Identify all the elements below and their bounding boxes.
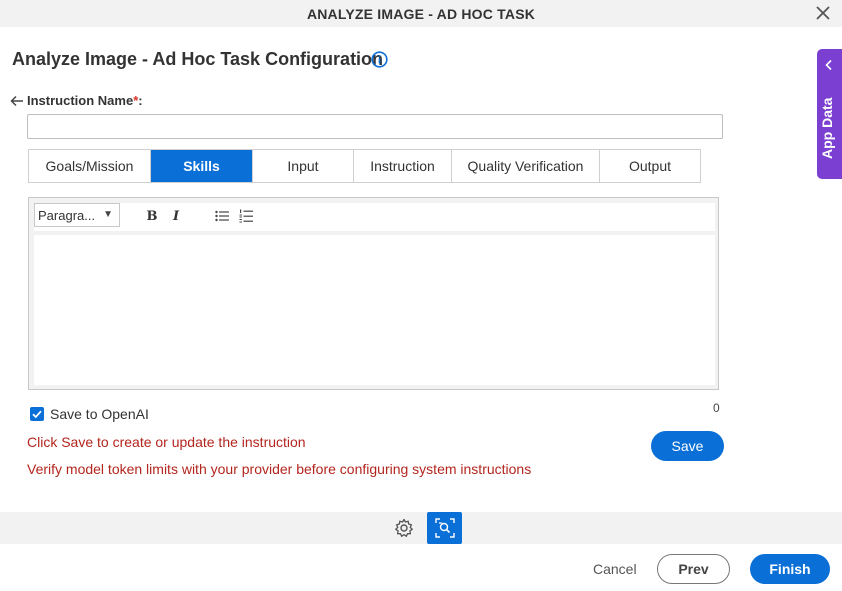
numbered-list-button[interactable] bbox=[238, 207, 254, 225]
dialog-title: ANALYZE IMAGE - AD HOC TASK bbox=[306, 6, 536, 22]
tab-goals-mission[interactable]: Goals/Mission bbox=[29, 150, 151, 182]
tab-output[interactable]: Output bbox=[600, 150, 700, 182]
save-button[interactable]: Save bbox=[651, 431, 724, 461]
bold-button[interactable]: B bbox=[145, 207, 159, 225]
tab-skills[interactable]: Skills bbox=[151, 150, 253, 182]
cancel-button[interactable]: Cancel bbox=[593, 561, 637, 577]
numbered-list-icon bbox=[239, 209, 253, 223]
token-warning-message: Verify model token limits with your prov… bbox=[27, 461, 532, 477]
save-hint-message: Click Save to create or update the instr… bbox=[27, 434, 306, 450]
instruction-name-input[interactable] bbox=[27, 114, 723, 139]
back-arrow-icon[interactable] bbox=[10, 95, 24, 107]
close-icon[interactable] bbox=[814, 4, 832, 22]
bullet-list-button[interactable] bbox=[214, 207, 230, 225]
italic-button[interactable]: I bbox=[170, 207, 182, 225]
character-count: 0 bbox=[713, 401, 720, 415]
save-to-openai-checkbox[interactable] bbox=[30, 407, 44, 421]
editor-content-area[interactable] bbox=[34, 235, 715, 385]
tab-quality-verification[interactable]: Quality Verification bbox=[452, 150, 600, 182]
save-to-openai-label: Save to OpenAI bbox=[50, 406, 149, 422]
chevron-left-icon bbox=[825, 59, 832, 71]
tab-input[interactable]: Input bbox=[253, 150, 354, 182]
bottom-tool-strip bbox=[0, 512, 842, 544]
info-icon[interactable] bbox=[371, 51, 388, 68]
instruction-tabs: Goals/Mission Skills Input Instruction Q… bbox=[28, 149, 701, 183]
chevron-down-icon: ▼ bbox=[103, 209, 113, 220]
app-data-panel-toggle[interactable]: App Data bbox=[817, 49, 842, 179]
prev-button[interactable]: Prev bbox=[657, 554, 730, 584]
bullet-list-icon bbox=[215, 210, 229, 222]
tab-instruction[interactable]: Instruction bbox=[354, 150, 452, 182]
image-search-icon bbox=[435, 518, 455, 538]
checkmark-icon bbox=[32, 410, 42, 419]
page-title: Analyze Image - Ad Hoc Task Configuratio… bbox=[12, 49, 384, 69]
dialog-title-bar: ANALYZE IMAGE - AD HOC TASK bbox=[0, 0, 842, 27]
instruction-name-label: Instruction Name*: bbox=[27, 93, 143, 108]
gear-icon[interactable] bbox=[394, 518, 414, 538]
app-data-label: App Data bbox=[819, 97, 835, 159]
finish-button[interactable]: Finish bbox=[750, 554, 830, 584]
analyze-image-button[interactable] bbox=[427, 512, 462, 544]
paragraph-format-select[interactable]: Paragra... ▼ bbox=[34, 203, 120, 227]
editor-toolbar: Paragra... ▼ B I bbox=[34, 203, 715, 231]
rich-text-editor: Paragra... ▼ B I bbox=[28, 197, 719, 390]
